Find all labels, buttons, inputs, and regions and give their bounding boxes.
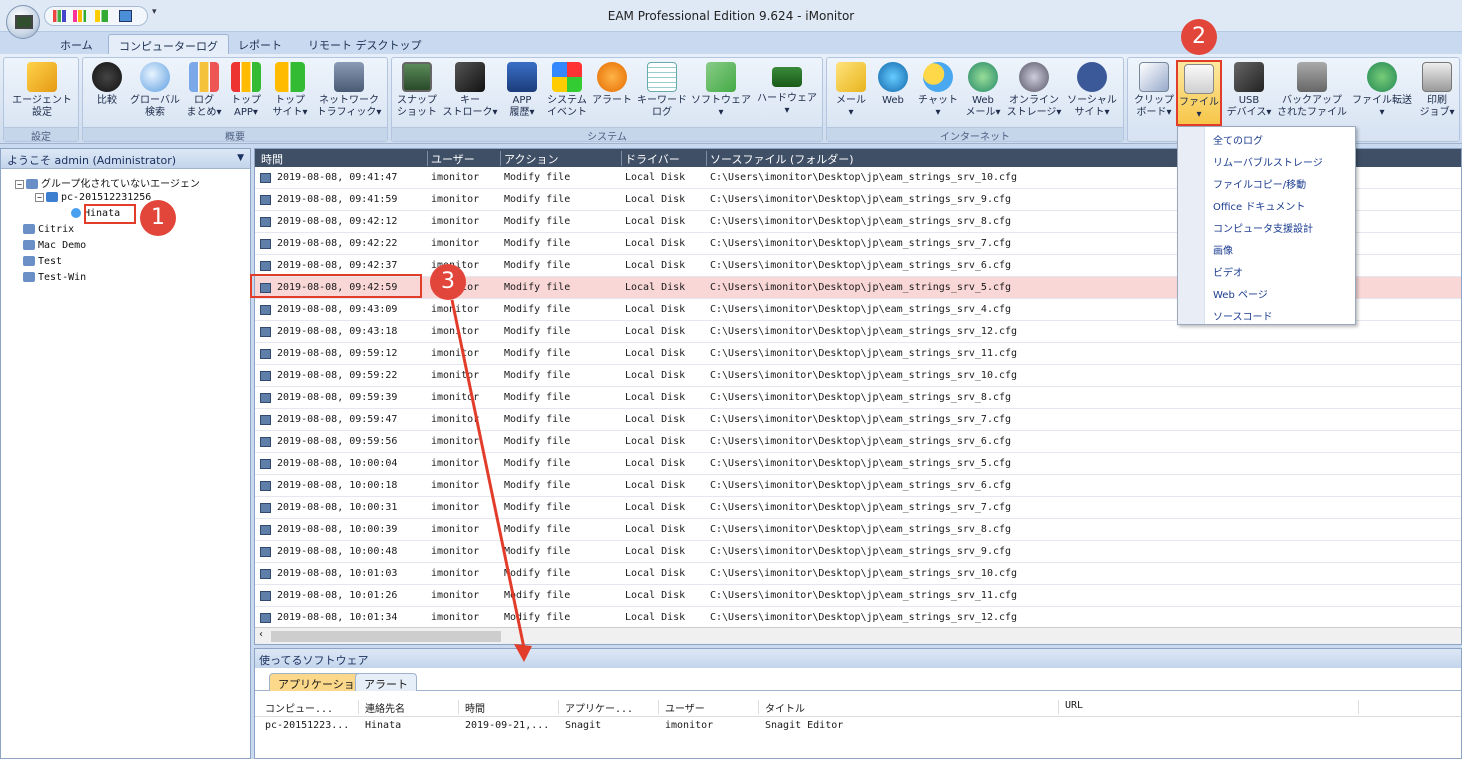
annotation-badge-1: 1 <box>140 200 176 236</box>
annotation-arrow <box>450 299 532 662</box>
arrow-line <box>450 299 526 649</box>
annotation-badge-3: 3 <box>430 264 466 300</box>
annotation-badge-2: 2 <box>1181 19 1217 55</box>
arrow-head <box>514 644 532 662</box>
